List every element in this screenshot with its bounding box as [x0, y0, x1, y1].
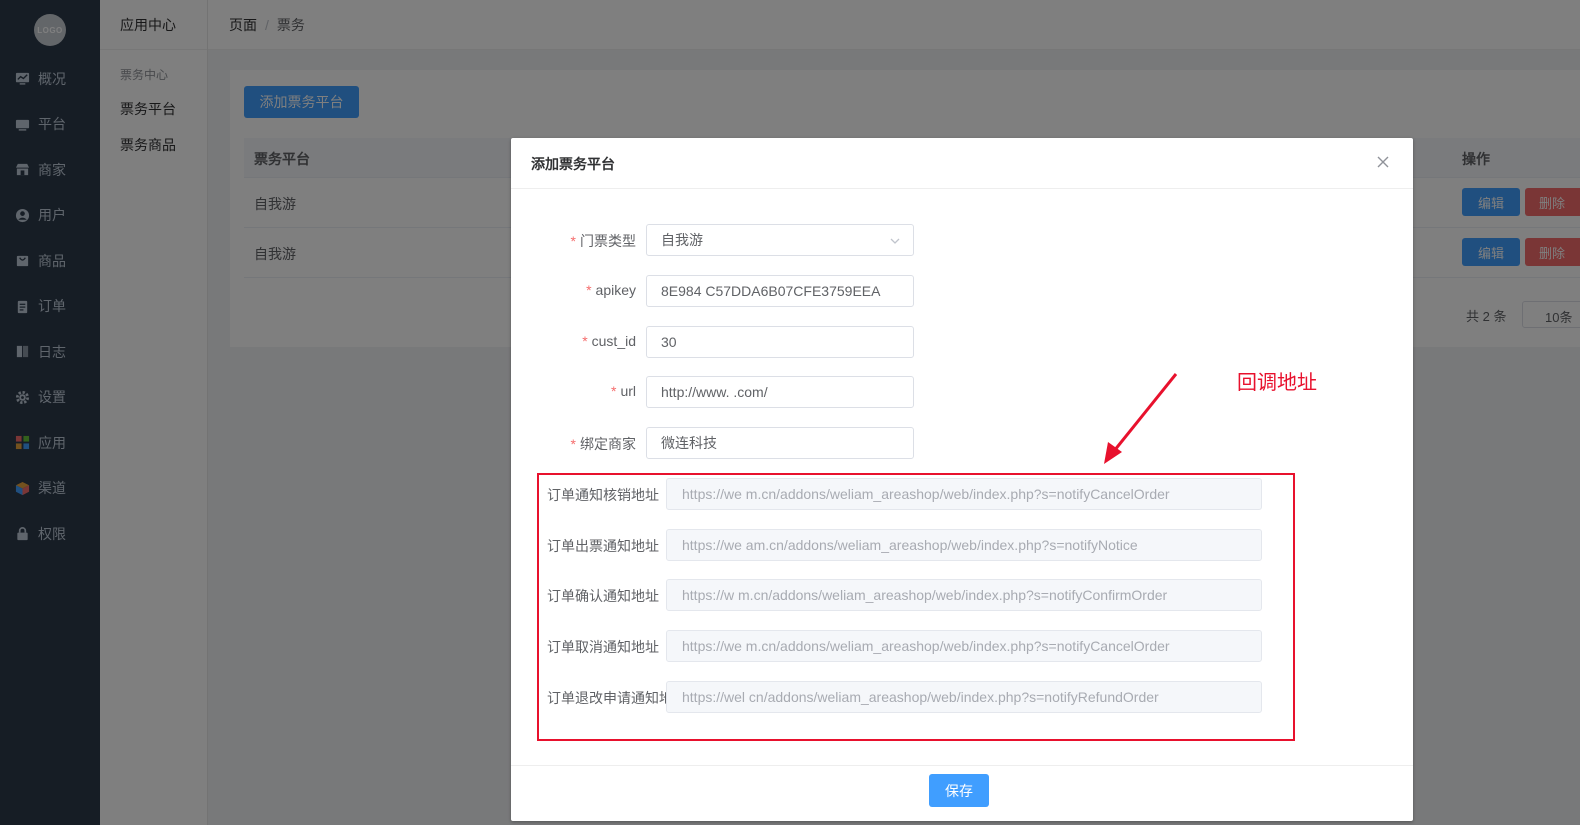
- add-platform-dialog: 添加票务平台 * 门票类型 自我游 * apikey 8E984 C57DDA6B0…: [511, 138, 1413, 821]
- form-row-merchant: * 绑定商家 微连科技: [511, 427, 1413, 459]
- annotation-arrow: [1104, 373, 1178, 464]
- field-label: * url: [610, 383, 636, 399]
- field-label: * 绑定商家: [570, 436, 636, 452]
- url-input[interactable]: http://www. .com/: [646, 376, 914, 408]
- save-button[interactable]: 保存: [929, 774, 989, 807]
- merchant-input[interactable]: 微连科技: [646, 427, 914, 459]
- field-label: * cust_id: [582, 333, 636, 349]
- required-mark: *: [586, 282, 592, 298]
- dialog-header: 添加票务平台: [511, 138, 1413, 189]
- field-label: * apikey: [586, 282, 636, 298]
- ticket-type-select[interactable]: 自我游: [646, 224, 914, 256]
- form-row-ticket-type: * 门票类型 自我游: [511, 224, 1413, 256]
- required-mark: *: [610, 383, 617, 399]
- chevron-down-icon: [889, 234, 901, 246]
- field-label: * 门票类型: [570, 233, 636, 249]
- annotation-label: 回调地址: [1237, 372, 1317, 394]
- required-mark: *: [570, 436, 576, 452]
- dialog-title: 添加票务平台: [531, 156, 615, 172]
- form-row-apikey: * apikey 8E984 C57DDA6B07CFE3759EEA: [511, 275, 1413, 307]
- required-mark: *: [570, 233, 576, 249]
- form-row-cust-id: * cust_id 30: [511, 326, 1413, 358]
- apikey-input[interactable]: 8E984 C57DDA6B07CFE3759EEA: [646, 275, 914, 307]
- close-icon[interactable]: [1375, 154, 1391, 170]
- cust-id-input[interactable]: 30: [646, 326, 914, 358]
- callback-highlight-box: [537, 473, 1295, 741]
- dialog-footer: 保存: [511, 765, 1413, 821]
- required-mark: *: [582, 333, 588, 349]
